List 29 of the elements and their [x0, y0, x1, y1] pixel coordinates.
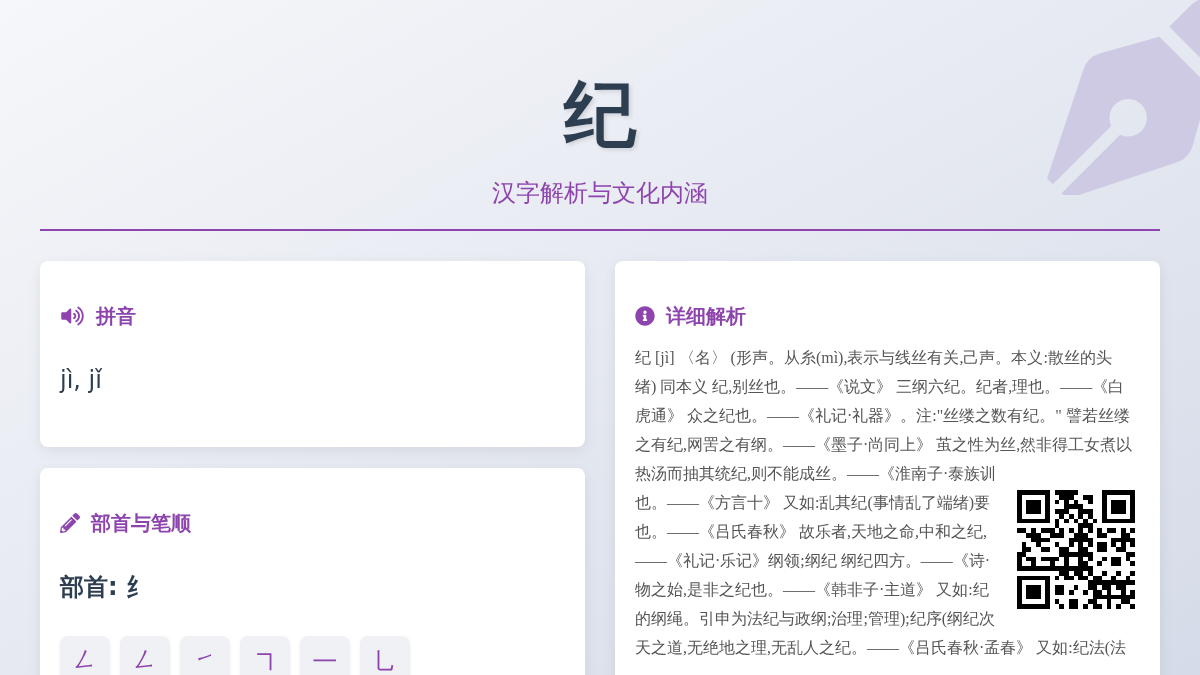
section-heading: 拼音 [96, 304, 136, 329]
paragraph-line: ——《礼记·乐记》纲领;纲纪 纲纪四方。——《诗· [635, 551, 991, 571]
speaker-icon [60, 306, 85, 326]
stroke-tile: ㇜ [120, 636, 170, 675]
stroke-tile: ㇟ [360, 636, 410, 675]
paragraph-line: 热汤而抽其统纪,则不能成丝。——《淮南子·泰族训 [635, 464, 997, 484]
paragraph-line: 物之始,是非之纪也。——《韩非子·主道》 又如:纪 [635, 580, 989, 600]
pen-nib-icon [1047, 0, 1200, 195]
paragraph-line: 天之道,无绝地之理,无乱人之纪。——《吕氏春秋·孟春》 又如:纪法(法 [635, 638, 1127, 659]
pencil-icon [60, 513, 80, 533]
subtitle: 汉字解析与文化内涵 [492, 179, 708, 208]
section-heading: 部首与笔顺 [91, 511, 191, 536]
paragraph-line: 纪 [jì] 〈名〉 (形声。从糸(mì),表示与线丝有关,己声。本义:散丝的头 [635, 348, 1112, 369]
pinyin-text: jì, jǐ [60, 365, 102, 396]
paragraph-line: 也。——《方言十》 又如:乱其纪(事情乱了端绪)要 [635, 493, 991, 514]
paragraph-line: 虎通》 众之纪也。——《礼记·礼器》。注:"丝缕之数有纪。" 譬若丝缕 [635, 406, 1130, 426]
radical-text: 部首: 纟 [60, 572, 150, 603]
paragraph-line: 之有纪,网罟之有纲。——《墨子·尚同上》 茧之性为丝,然非得工女煮以 [635, 435, 1133, 455]
section-heading: 详细解析 [666, 304, 746, 329]
info-icon [635, 306, 655, 326]
stroke-tile: ㇀ [180, 636, 230, 675]
qr-code-icon [1017, 490, 1135, 609]
paragraph-line: 绪) 同本义 纪,别丝也。——《说文》 三纲六纪。纪者,理也。——《白 [635, 377, 1125, 398]
paragraph-line: 的纲绳。引申为法纪与政纲;治理;管理);纪序(纲纪次 [635, 609, 995, 630]
character-title: 纪 [564, 79, 636, 151]
stroke-tile: ㇐ [300, 636, 350, 675]
stroke-tile: ㇕ [240, 636, 290, 675]
stroke-tile: ㇜ [60, 636, 110, 675]
paragraph-line: 也。——《吕氏春秋》 故乐者,天地之命,中和之纪, [635, 522, 987, 542]
